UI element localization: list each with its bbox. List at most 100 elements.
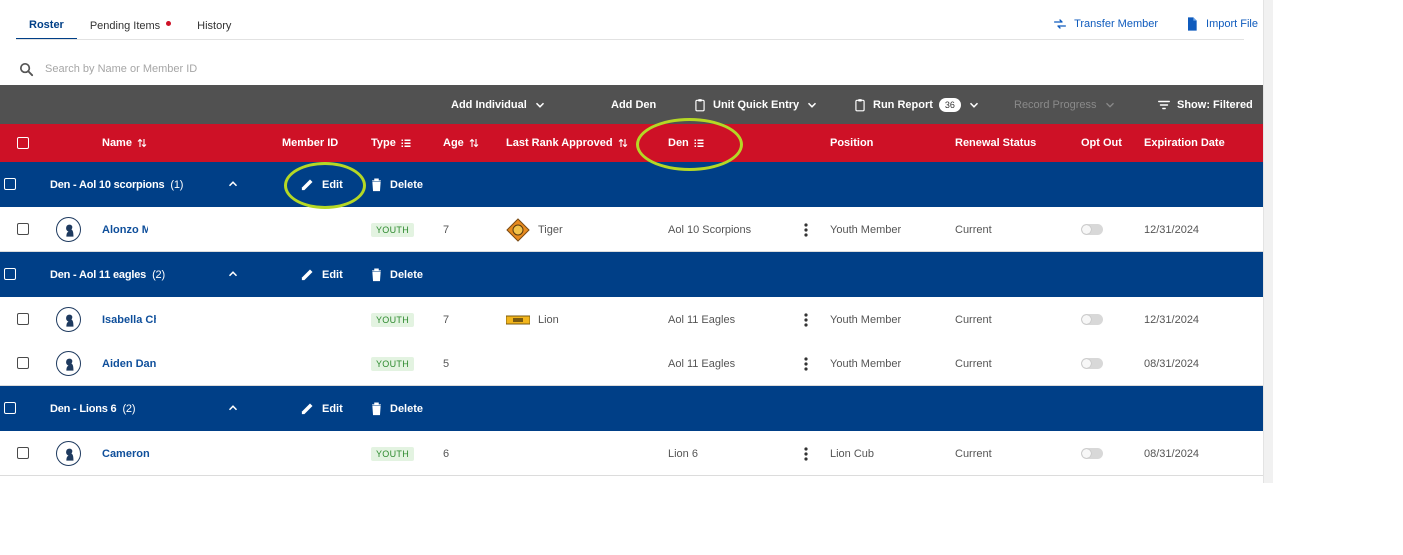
- rank-cell: Tiger: [506, 207, 563, 252]
- edit-den-button[interactable]: Edit: [300, 386, 343, 431]
- run-report-button[interactable]: Run Report 36: [853, 85, 981, 124]
- sort-icon: [618, 138, 627, 148]
- row-checkbox[interactable]: [17, 313, 29, 325]
- chevron-down-icon: [808, 102, 817, 108]
- search-bar: [18, 58, 618, 80]
- roster-panel: Roster Pending Items History Transfer Me…: [0, 0, 1263, 483]
- import-file-button[interactable]: Import File: [1184, 14, 1258, 34]
- group-checkbox[interactable]: [4, 402, 16, 414]
- opt-out-toggle[interactable]: [1081, 358, 1103, 369]
- den-group-header: Den - Aol 11 eagles (2) Edit Delete: [0, 252, 1263, 297]
- chevron-up-icon[interactable]: [226, 177, 240, 191]
- chevron-up-icon[interactable]: [226, 267, 240, 281]
- transfer-member-label: Transfer Member: [1074, 18, 1159, 30]
- scrollbar-track[interactable]: [1263, 0, 1273, 483]
- search-icon: [19, 62, 34, 76]
- transfer-member-button[interactable]: Transfer Member: [1052, 14, 1158, 34]
- tab-history-label: History: [197, 20, 232, 32]
- table-row: Aiden Dani YOUTH 5 Aol 11 Eagles Youth M…: [0, 341, 1263, 386]
- member-name-link[interactable]: Aiden Dani: [102, 341, 156, 386]
- group-title: Den - Aol 10 scorpions (1): [50, 162, 183, 207]
- pencil-icon: [301, 403, 313, 415]
- import-file-label: Import File: [1206, 18, 1258, 30]
- column-age[interactable]: Age: [443, 124, 480, 162]
- row-menu-button[interactable]: [804, 341, 808, 386]
- trash-icon: [372, 402, 381, 416]
- row-checkbox[interactable]: [17, 357, 29, 369]
- column-name[interactable]: Name: [102, 124, 148, 162]
- column-type-label: Type: [371, 137, 396, 149]
- opt-out-toggle[interactable]: [1081, 224, 1103, 235]
- edit-label: Edit: [322, 178, 343, 191]
- person-silhouette-icon: [66, 358, 74, 371]
- tab-roster-label: Roster: [29, 19, 64, 31]
- kebab-menu-icon: [804, 312, 808, 327]
- person-silhouette-icon: [66, 448, 74, 461]
- edit-den-button[interactable]: Edit: [300, 162, 343, 207]
- select-all-checkbox[interactable]: [17, 124, 29, 162]
- table-row: Alonzo M YOUTH 7 Tiger Aol 10 Scorpions …: [0, 207, 1263, 252]
- unit-quick-entry-button[interactable]: Unit Quick Entry: [693, 85, 819, 124]
- group-count: (1): [170, 178, 184, 191]
- column-opt-out: Opt Out: [1081, 124, 1122, 162]
- delete-den-button[interactable]: Delete: [369, 252, 423, 297]
- opt-out-toggle[interactable]: [1081, 314, 1103, 325]
- add-den-label: Add Den: [611, 98, 657, 111]
- rank-cell: Lion: [506, 297, 559, 342]
- expiration-value: 12/31/2024: [1144, 223, 1200, 236]
- den-group-header: Den - Lions 6 (2) Edit Delete: [0, 386, 1263, 431]
- column-den[interactable]: Den: [668, 124, 705, 162]
- den-value: Aol 11 Eagles: [668, 313, 736, 326]
- expiration-value: 08/31/2024: [1144, 357, 1200, 370]
- add-individual-button[interactable]: Add Individual: [451, 85, 547, 124]
- member-name-link[interactable]: Isabella Ch: [102, 297, 156, 342]
- show-filtered-button[interactable]: Show: Filtered: [1157, 85, 1253, 124]
- chevron-up-icon[interactable]: [226, 401, 240, 415]
- den-value: Aol 11 Eagles: [668, 357, 736, 370]
- sort-icon: [469, 138, 479, 148]
- group-checkbox[interactable]: [4, 268, 16, 280]
- column-age-label: Age: [443, 137, 464, 149]
- chevron-down-icon: [1105, 102, 1114, 108]
- tab-history[interactable]: History: [184, 12, 244, 40]
- person-silhouette-icon: [66, 314, 74, 327]
- delete-den-button[interactable]: Delete: [369, 162, 423, 207]
- age-value: 7: [443, 313, 450, 326]
- type-badge: YOUTH: [371, 312, 414, 327]
- tab-pending-items[interactable]: Pending Items: [77, 12, 184, 40]
- column-last-rank[interactable]: Last Rank Approved: [506, 124, 629, 162]
- member-name-link[interactable]: Alonzo M: [102, 207, 148, 252]
- search-input[interactable]: [45, 63, 445, 75]
- clipboard-icon: [695, 98, 705, 111]
- record-progress-label: Record Progress: [1014, 98, 1097, 111]
- avatar: [56, 441, 81, 466]
- opt-out-toggle[interactable]: [1081, 448, 1103, 459]
- edit-label: Edit: [322, 268, 343, 281]
- delete-den-button[interactable]: Delete: [369, 386, 423, 431]
- den-value: Lion 6: [668, 447, 698, 460]
- kebab-menu-icon: [804, 222, 808, 237]
- edit-den-button[interactable]: Edit: [300, 252, 343, 297]
- kebab-menu-icon: [804, 446, 808, 461]
- report-count-badge: 36: [938, 97, 961, 112]
- group-name: Den - Lions 6: [50, 402, 117, 415]
- column-type[interactable]: Type: [371, 124, 412, 162]
- member-name-link[interactable]: Cameron: [102, 431, 162, 476]
- group-checkbox[interactable]: [4, 178, 16, 190]
- row-checkbox[interactable]: [17, 447, 29, 459]
- pencil-icon: [301, 269, 313, 281]
- show-filtered-label: Show: Filtered: [1177, 98, 1253, 111]
- row-menu-button[interactable]: [804, 207, 808, 252]
- group-title: Den - Aol 11 eagles (2): [50, 252, 165, 297]
- row-menu-button[interactable]: [804, 297, 808, 342]
- row-menu-button[interactable]: [804, 431, 808, 476]
- avatar: [56, 307, 81, 332]
- table-row: Cameron YOUTH 6 Lion 6 Lion Cub Current …: [0, 431, 1263, 476]
- record-progress-button[interactable]: Record Progress: [1014, 85, 1117, 124]
- person-silhouette-icon: [66, 224, 74, 237]
- table-row: Isabella Ch YOUTH 7 Lion Aol 11 Eagles Y…: [0, 297, 1263, 342]
- add-den-button[interactable]: Add Den: [611, 85, 656, 124]
- delete-label: Delete: [390, 178, 424, 191]
- row-checkbox[interactable]: [17, 223, 29, 235]
- tab-roster[interactable]: Roster: [16, 12, 77, 40]
